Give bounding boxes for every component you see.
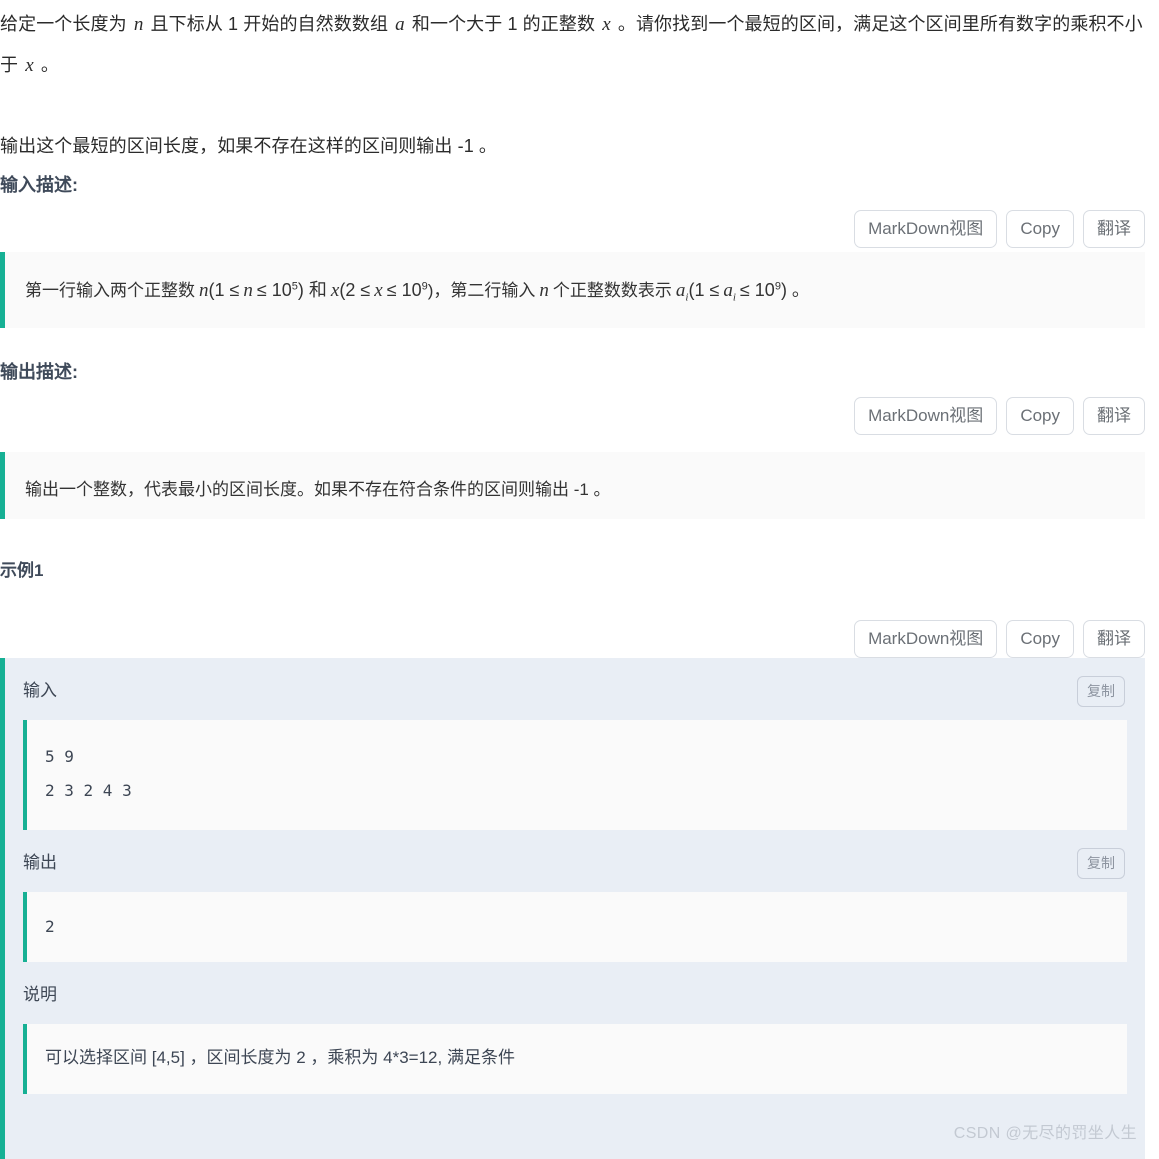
translate-button[interactable]: 翻译: [1083, 210, 1145, 248]
idesc-var-n2: n: [243, 280, 253, 301]
math-var-a: a: [395, 14, 405, 35]
output-description-heading: 输出描述:: [0, 362, 78, 382]
sample-output-label: 输出: [23, 853, 57, 872]
idesc-var-n3: n: [539, 280, 549, 301]
idesc-t7: )，第二行输入: [427, 281, 536, 300]
output-description-text: 输出一个整数，代表最小的区间长度。如果不存在符合条件的区间则输出 -1 。: [25, 480, 611, 499]
idesc-t8: 个正整数数表示: [552, 281, 672, 300]
idesc-t10: ≤ 10: [739, 280, 775, 300]
idesc-t9: (1 ≤: [688, 280, 720, 300]
idesc-var-a2: a: [723, 280, 733, 301]
input-description-box: 第一行输入两个正整数 n(1 ≤ n ≤ 105) 和 x(2 ≤ x ≤ 109)，第二行…: [0, 252, 1145, 328]
markdown-view-button[interactable]: MarkDown视图: [854, 210, 998, 248]
input-description-heading: 输入描述:: [0, 175, 78, 195]
idesc-var-a: a: [675, 280, 686, 301]
sample-input-label: 输入: [23, 681, 57, 700]
output-description-box: 输出一个整数，代表最小的区间长度。如果不存在符合条件的区间则输出 -1 。: [0, 452, 1145, 519]
statement-text-1: 给定一个长度为: [0, 14, 127, 34]
idesc-sub-i2: i: [732, 291, 736, 304]
input-toolbar: MarkDown视图 Copy 翻译: [854, 210, 1145, 248]
translate-button[interactable]: 翻译: [1083, 620, 1145, 658]
sample-note-block: 说明 可以选择区间 [4,5] ，区间长度为 2 ，乘积为 4*3=12, 满足…: [5, 962, 1145, 1094]
idesc-t2: (1 ≤: [208, 280, 240, 300]
math-var-x-2: x: [25, 55, 34, 76]
statement-spacer: [0, 86, 1145, 126]
sample-output-block: 输出 复制 2: [5, 830, 1145, 962]
statement-text-3: 和一个大于 1 的正整数: [411, 14, 596, 34]
statement-paragraph-2: 输出这个最短的区间长度，如果不存在这样的区间则输出 -1 。: [0, 136, 498, 156]
sample-note-text: 可以选择区间 [4,5] ，区间长度为 2 ，乘积为 4*3=12, 满足条件: [23, 1024, 1127, 1094]
idesc-t4: ) 和: [297, 280, 327, 300]
sample-output-code: 2: [23, 892, 1127, 962]
problem-page: 给定一个长度为 n 且下标从 1 开始的自然数数组 a 和一个大于 1 的正整数…: [0, 0, 1159, 1159]
idesc-t11: ) 。: [780, 280, 810, 300]
idesc-t6: ≤ 10: [386, 280, 422, 300]
markdown-view-button[interactable]: MarkDown视图: [854, 397, 998, 435]
sample-toolbar: MarkDown视图 Copy 翻译: [854, 620, 1145, 658]
idesc-var-n: n: [199, 280, 209, 301]
output-toolbar: MarkDown视图 Copy 翻译: [854, 397, 1145, 435]
copy-button[interactable]: Copy: [1006, 620, 1074, 658]
copy-button[interactable]: Copy: [1006, 397, 1074, 435]
math-var-n: n: [133, 14, 144, 35]
problem-statement: 给定一个长度为 n 且下标从 1 开始的自然数数组 a 和一个大于 1 的正整数…: [0, 0, 1159, 166]
sample-panel: 输入 复制 5 9 2 3 2 4 3 输出 复制 2 说明 可以选择区间 [4…: [0, 658, 1145, 1159]
copy-button[interactable]: Copy: [1006, 210, 1074, 248]
idesc-t5: (2 ≤: [339, 280, 371, 300]
sample-input-block: 输入 复制 5 9 2 3 2 4 3: [5, 658, 1145, 830]
input-description-text: 第一行输入两个正整数 n(1 ≤ n ≤ 105) 和 x(2 ≤ x ≤ 109)，第二行…: [25, 276, 1125, 305]
idesc-t3: ≤ 10: [256, 280, 292, 300]
idesc-t1: 第一行输入两个正整数: [25, 281, 195, 300]
statement-paragraph-1: 给定一个长度为 n 且下标从 1 开始的自然数数组 a 和一个大于 1 的正整数…: [0, 0, 1145, 86]
sample-output-copy-button[interactable]: 复制: [1077, 848, 1125, 879]
sample-note-label: 说明: [23, 985, 57, 1004]
idesc-var-x2: x: [374, 280, 383, 301]
statement-text-5: 。: [40, 55, 59, 75]
math-var-x: x: [602, 14, 611, 35]
sample-heading: 示例1: [0, 561, 44, 580]
sample-input-code: 5 9 2 3 2 4 3: [23, 720, 1127, 830]
markdown-view-button[interactable]: MarkDown视图: [854, 620, 998, 658]
statement-text-2: 且下标从 1 开始的自然数数组: [150, 14, 389, 34]
translate-button[interactable]: 翻译: [1083, 397, 1145, 435]
sample-input-copy-button[interactable]: 复制: [1077, 676, 1125, 707]
